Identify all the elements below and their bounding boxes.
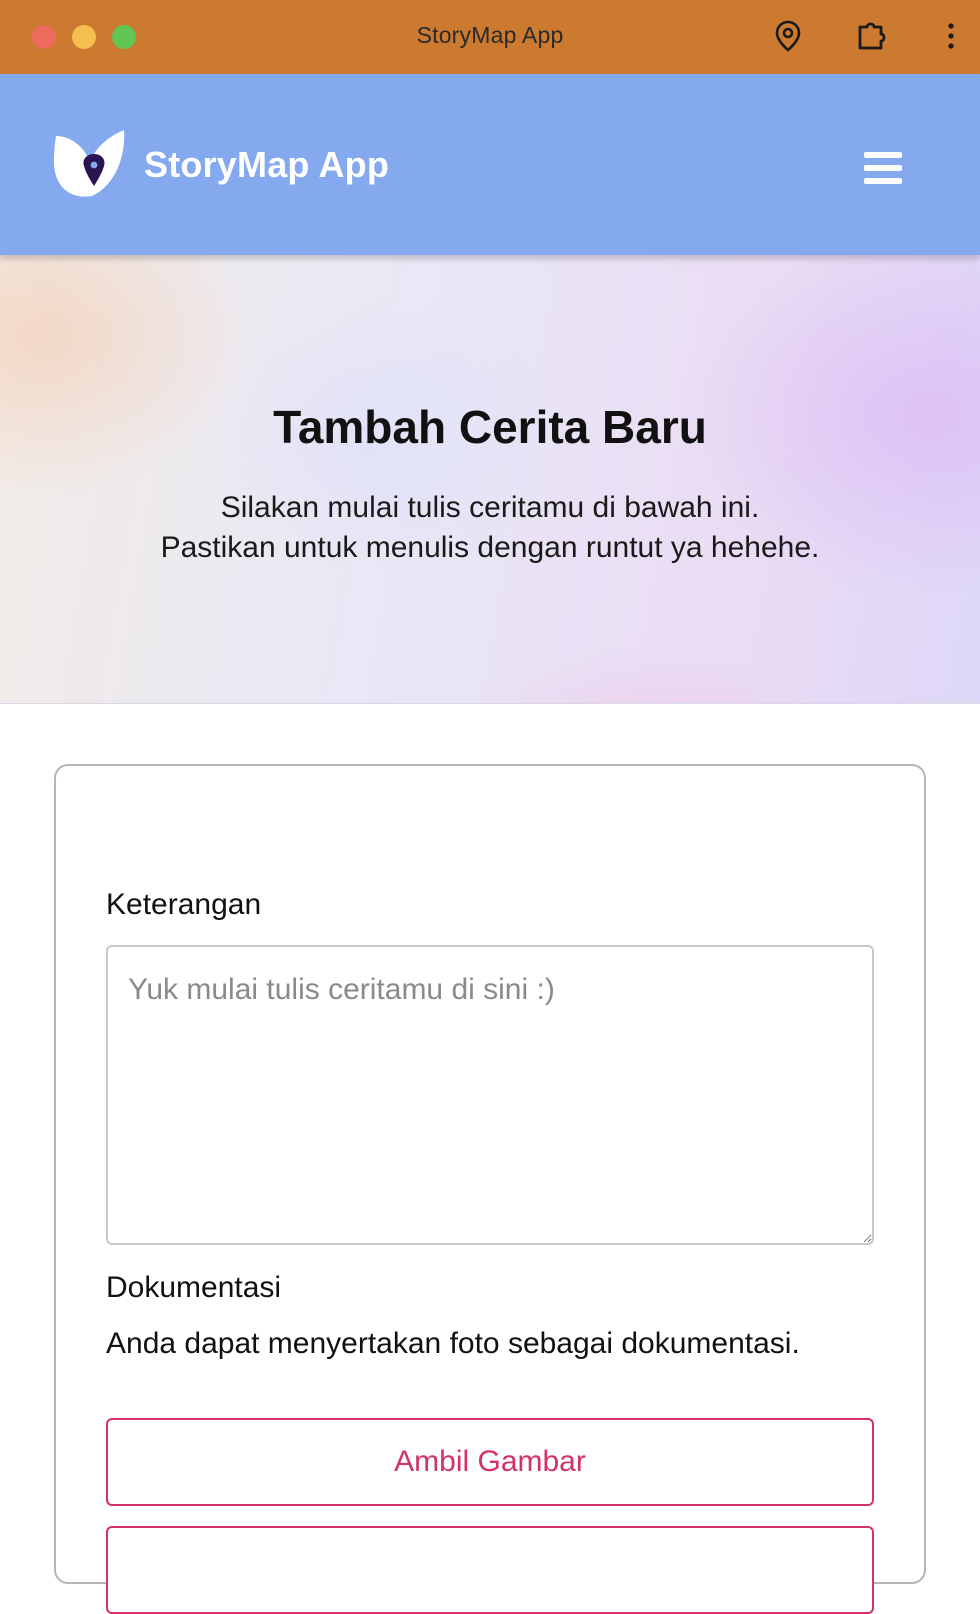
- storymap-logo-icon[interactable]: [52, 128, 126, 200]
- window-titlebar: StoryMap App: [0, 0, 980, 74]
- more-vertical-icon[interactable]: [934, 18, 968, 54]
- documentation-label: Dokumentasi: [106, 1271, 282, 1304]
- subtitle-line-1: Silakan mulai tulis ceritamu di bawah in…: [220, 491, 760, 524]
- take-picture-button[interactable]: Ambil Gambar: [106, 1418, 874, 1506]
- documentation-hint: Anda dapat menyertakan foto sebagai doku…: [106, 1327, 800, 1360]
- secondary-action-button[interactable]: [106, 1526, 874, 1614]
- hamburger-menu-icon[interactable]: [864, 152, 902, 184]
- description-label: Keterangan: [106, 888, 262, 921]
- hero-banner: Tambah Cerita Baru Silakan mulai tulis c…: [0, 255, 980, 704]
- page-title: Tambah Cerita Baru: [273, 401, 707, 453]
- page-subtitle: Silakan mulai tulis ceritamu di bawah in…: [0, 488, 980, 568]
- description-textarea[interactable]: [106, 945, 874, 1245]
- location-pin-icon[interactable]: [770, 18, 806, 54]
- app-brand-name[interactable]: StoryMap App: [144, 144, 389, 186]
- extension-puzzle-icon[interactable]: [854, 18, 890, 54]
- window-title: StoryMap App: [416, 22, 564, 48]
- app-header: StoryMap App: [0, 74, 980, 255]
- subtitle-line-2: Pastikan untuk menulis dengan runtut ya …: [160, 531, 820, 564]
